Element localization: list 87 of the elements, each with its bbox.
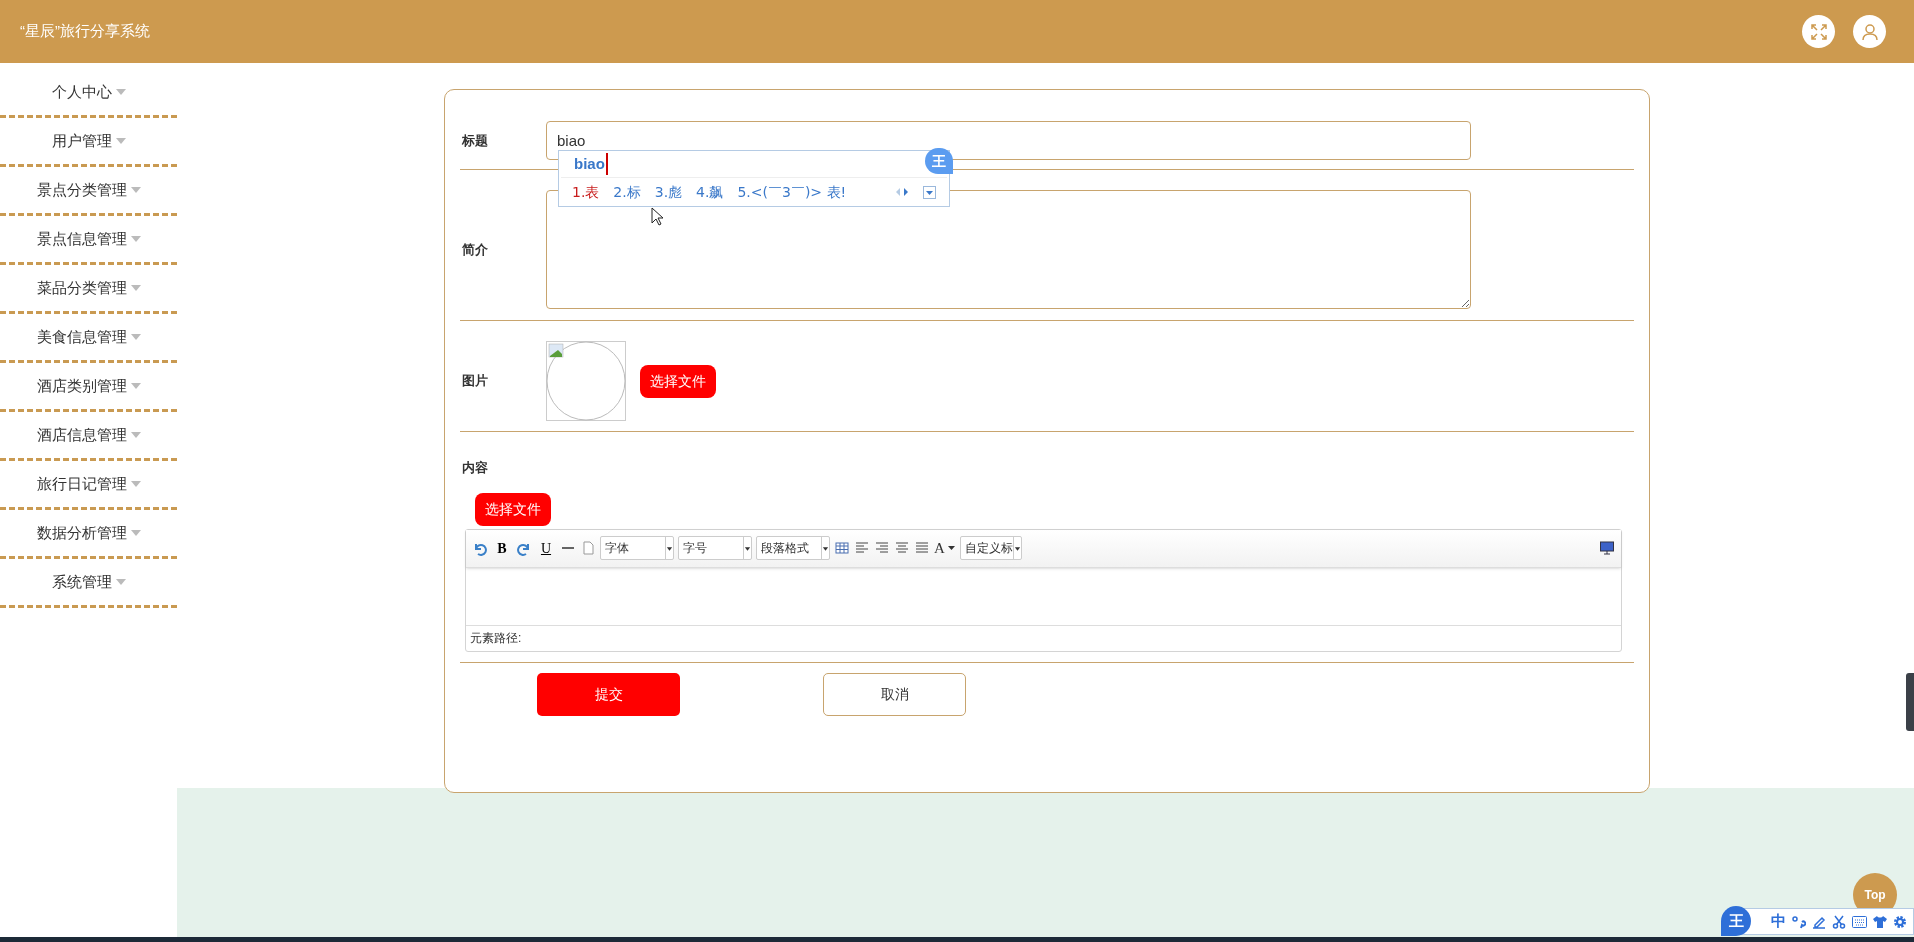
underline-button[interactable]: U [536, 537, 556, 559]
side-widget [1906, 673, 1914, 731]
toolbar-dropdown[interactable]: 自定义标 [959, 536, 1022, 560]
user-button[interactable] [1853, 15, 1886, 48]
expand-arrows-icon [1809, 22, 1828, 41]
menu-label: 酒店信息管理 [36, 424, 127, 445]
dropdown-arrow-icon [1012, 536, 1021, 560]
caret-icon [130, 236, 141, 242]
caret-icon [130, 481, 141, 487]
menu-label: 景点信息管理 [36, 228, 127, 249]
sidebar-item[interactable]: 菜品分类管理 [0, 265, 177, 314]
menu-label: 个人中心 [51, 81, 112, 102]
menu-label: 美食信息管理 [36, 326, 127, 347]
sidebar-item[interactable]: 酒店类别管理 [0, 363, 177, 412]
toolbar-dropdown[interactable]: 字号 [678, 536, 752, 560]
ime-candidate[interactable]: 5.<(￣3￣)> 表! [737, 181, 847, 203]
user-icon [1860, 22, 1879, 41]
caret-icon [130, 530, 141, 536]
caret-icon [115, 579, 126, 585]
sidebar-item[interactable]: 美食信息管理 [0, 314, 177, 363]
field-label: 简介 [462, 240, 489, 259]
menu-label: 酒店类别管理 [36, 375, 127, 396]
fullscreen-button[interactable] [1802, 15, 1835, 48]
ime-logo: 王 [1721, 906, 1751, 936]
cancel-button[interactable]: 取消 [823, 672, 966, 716]
toolbar-dropdown[interactable]: 段落格式 [756, 536, 830, 560]
caret-icon [130, 285, 141, 291]
page-arrows-icon[interactable] [895, 187, 909, 197]
field-label: 内容 [462, 459, 489, 477]
sidebar-item[interactable]: 数据分析管理 [0, 510, 177, 559]
ime-composition: biao [574, 152, 608, 176]
menu-label: 系统管理 [51, 571, 112, 592]
dropdown-label: 字体 [604, 540, 630, 557]
toolbar-dropdown[interactable]: 字体 [600, 536, 674, 560]
caret-icon [130, 334, 141, 340]
field-label: 标题 [462, 131, 489, 150]
caret-icon [947, 545, 956, 551]
choose-file-button[interactable]: 选择文件 [640, 364, 716, 398]
field-label: 图片 [462, 372, 489, 391]
punctuation-icon[interactable] [1792, 914, 1806, 929]
dropdown-label: 自定义标 [963, 540, 1013, 557]
pen-icon[interactable] [1812, 914, 1826, 929]
dropdown-label: 字号 [682, 540, 708, 557]
menu-label: 旅行日记管理 [36, 473, 127, 494]
ime-candidate[interactable]: 4.飙 [696, 181, 724, 203]
font-color-button[interactable]: A [934, 536, 956, 560]
table-icon[interactable] [834, 540, 850, 556]
sidebar-item[interactable]: 旅行日记管理 [0, 461, 177, 510]
caret-icon [130, 383, 141, 389]
app-title: “星辰”旅行分享系统 [20, 21, 151, 42]
sidebar-item[interactable]: 系统管理 [0, 559, 177, 608]
keyboard-icon[interactable] [1852, 915, 1867, 928]
justify-icon[interactable] [914, 540, 930, 556]
choose-file-button[interactable]: 选择文件 [475, 492, 551, 526]
dropdown-arrow-icon [821, 536, 829, 560]
sidebar-item[interactable]: 个人中心 [0, 69, 177, 118]
menu-label: 菜品分类管理 [36, 277, 127, 298]
scissors-icon[interactable] [1832, 914, 1846, 929]
caret-icon [130, 187, 141, 193]
settings-icon[interactable] [1893, 914, 1907, 929]
ime-candidate[interactable]: 3.彪 [654, 181, 683, 203]
align-right-icon[interactable] [874, 540, 890, 556]
dropdown-arrow-icon [665, 536, 673, 560]
caret-icon [115, 89, 126, 95]
caret-icon [115, 138, 126, 144]
ime-mode-toggle[interactable]: 中 [1771, 910, 1786, 933]
ime-candidate[interactable]: 2.标 [613, 181, 641, 203]
sidebar-item[interactable]: 酒店信息管理 [0, 412, 177, 461]
caret-icon [130, 432, 141, 438]
dropdown-arrow-icon [743, 536, 751, 560]
align-left-icon[interactable] [854, 540, 870, 556]
shirt-icon[interactable] [1873, 914, 1887, 929]
menu-label: 用户管理 [51, 130, 112, 151]
sidebar-item[interactable]: 用户管理 [0, 118, 177, 167]
sidebar-item[interactable]: 景点分类管理 [0, 167, 177, 216]
align-center-icon[interactable] [894, 540, 910, 556]
monitor-icon[interactable] [1599, 540, 1615, 556]
ime-logo: 王 [925, 148, 953, 174]
dropdown-label: 段落格式 [760, 540, 810, 557]
expand-icon[interactable] [923, 185, 936, 199]
bold-button[interactable]: B [492, 537, 512, 559]
sidebar-item[interactable]: 景点信息管理 [0, 216, 177, 265]
submit-button[interactable]: 提交 [537, 672, 680, 716]
menu-label: 数据分析管理 [36, 522, 127, 543]
ime-candidate[interactable]: 1.表 [572, 181, 600, 203]
element-path-label: 元素路径: [470, 630, 522, 647]
menu-label: 景点分类管理 [36, 179, 127, 200]
